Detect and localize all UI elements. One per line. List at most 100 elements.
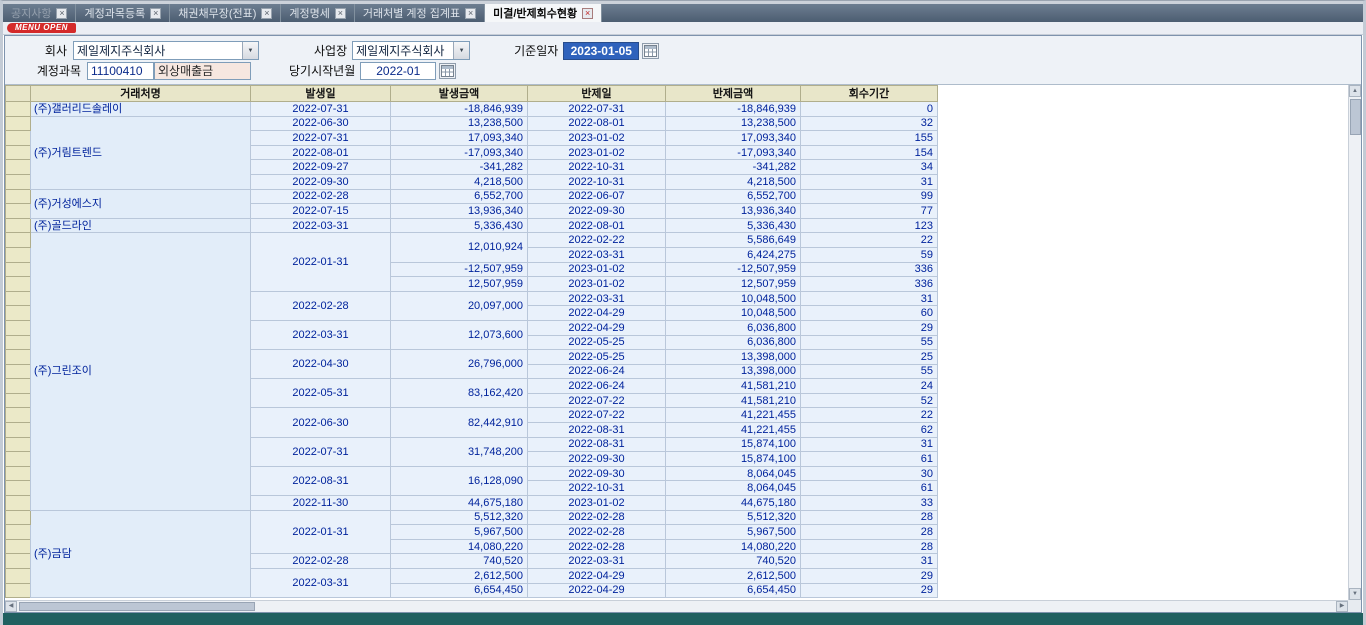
occur-amount-cell[interactable]: 5,512,320 — [391, 510, 528, 525]
settle-date-cell[interactable]: 2022-08-01 — [528, 218, 666, 233]
occur-date-cell[interactable]: 2022-05-31 — [251, 379, 391, 408]
collect-period-cell[interactable]: 59 — [801, 247, 938, 262]
row-selector[interactable] — [6, 408, 31, 423]
collect-period-cell[interactable]: 28 — [801, 510, 938, 525]
row-selector[interactable] — [6, 350, 31, 365]
settle-amount-cell[interactable]: 13,238,500 — [666, 116, 801, 131]
settle-date-cell[interactable]: 2022-08-01 — [528, 116, 666, 131]
row-selector[interactable] — [6, 262, 31, 277]
occur-amount-cell[interactable]: 26,796,000 — [391, 350, 528, 379]
customer-cell[interactable]: (주)거림트렌드 — [31, 116, 251, 189]
settle-date-cell[interactable]: 2022-05-25 — [528, 350, 666, 365]
settle-amount-cell[interactable]: 740,520 — [666, 554, 801, 569]
occur-date-cell[interactable]: 2022-07-31 — [251, 131, 391, 146]
settle-amount-cell[interactable]: 41,221,455 — [666, 408, 801, 423]
vertical-scrollbar[interactable] — [1348, 85, 1361, 600]
scroll-left-icon[interactable] — [5, 601, 17, 612]
tab-customer-account-summary[interactable]: 거래처별 계정 집계표 — [355, 4, 485, 22]
settle-date-cell[interactable]: 2022-09-30 — [528, 452, 666, 467]
occur-amount-cell[interactable]: -341,282 — [391, 160, 528, 175]
occur-date-cell[interactable]: 2022-07-31 — [251, 102, 391, 117]
collect-period-cell[interactable]: 33 — [801, 496, 938, 511]
tab-notice[interactable]: 공지사항 — [3, 4, 76, 22]
settle-amount-cell[interactable]: 41,581,210 — [666, 379, 801, 394]
collect-period-cell[interactable]: 155 — [801, 131, 938, 146]
collect-period-cell[interactable]: 32 — [801, 116, 938, 131]
tab-close-icon[interactable] — [150, 8, 161, 19]
settle-amount-cell[interactable]: 5,512,320 — [666, 510, 801, 525]
collect-period-cell[interactable]: 55 — [801, 335, 938, 350]
row-selector[interactable] — [6, 320, 31, 335]
collect-period-cell[interactable]: 28 — [801, 539, 938, 554]
occur-date-cell[interactable]: 2022-07-31 — [251, 437, 391, 466]
row-selector[interactable] — [6, 335, 31, 350]
row-selector[interactable] — [6, 204, 31, 219]
settle-amount-cell[interactable]: 6,552,700 — [666, 189, 801, 204]
row-selector[interactable] — [6, 306, 31, 321]
row-selector[interactable] — [6, 452, 31, 467]
settle-date-cell[interactable]: 2022-10-31 — [528, 174, 666, 189]
collect-period-cell[interactable]: 29 — [801, 320, 938, 335]
row-selector[interactable] — [6, 539, 31, 554]
settle-amount-cell[interactable]: 6,036,800 — [666, 320, 801, 335]
settle-date-cell[interactable]: 2022-10-31 — [528, 160, 666, 175]
settle-amount-cell[interactable]: 5,586,649 — [666, 233, 801, 248]
grid-corner-cell[interactable] — [6, 86, 31, 102]
collect-period-cell[interactable]: 31 — [801, 437, 938, 452]
settle-amount-cell[interactable]: 6,036,800 — [666, 335, 801, 350]
row-selector[interactable] — [6, 466, 31, 481]
collect-period-cell[interactable]: 34 — [801, 160, 938, 175]
occur-amount-cell[interactable]: -17,093,340 — [391, 145, 528, 160]
base-date-input[interactable]: 2023-01-05 — [563, 42, 639, 60]
tab-close-icon[interactable] — [56, 8, 67, 19]
occur-amount-cell[interactable]: 16,128,090 — [391, 466, 528, 495]
settle-amount-cell[interactable]: 41,221,455 — [666, 423, 801, 438]
tab-close-icon[interactable] — [261, 8, 272, 19]
row-selector[interactable] — [6, 364, 31, 379]
dropdown-arrow-icon[interactable] — [453, 42, 469, 59]
tab-close-icon[interactable] — [582, 8, 593, 19]
collect-period-cell[interactable]: 154 — [801, 145, 938, 160]
row-selector[interactable] — [6, 160, 31, 175]
occur-amount-cell[interactable]: -18,846,939 — [391, 102, 528, 117]
settle-amount-cell[interactable]: 4,218,500 — [666, 174, 801, 189]
tab-account-register[interactable]: 계정과목등록 — [76, 4, 170, 22]
collect-period-cell[interactable]: 77 — [801, 204, 938, 219]
scroll-up-icon[interactable] — [1349, 85, 1361, 97]
settle-date-cell[interactable]: 2022-03-31 — [528, 291, 666, 306]
occur-date-cell[interactable]: 2022-04-30 — [251, 350, 391, 379]
row-selector[interactable] — [6, 145, 31, 160]
settle-amount-cell[interactable]: 8,064,045 — [666, 481, 801, 496]
row-selector[interactable] — [6, 291, 31, 306]
row-selector[interactable] — [6, 116, 31, 131]
settle-date-cell[interactable]: 2023-01-02 — [528, 277, 666, 292]
row-selector[interactable] — [6, 525, 31, 540]
row-selector[interactable] — [6, 510, 31, 525]
occur-amount-cell[interactable]: 12,507,959 — [391, 277, 528, 292]
tab-close-icon[interactable] — [335, 8, 346, 19]
settle-amount-cell[interactable]: 13,398,000 — [666, 364, 801, 379]
settle-amount-cell[interactable]: 8,064,045 — [666, 466, 801, 481]
settle-amount-cell[interactable]: 10,048,500 — [666, 306, 801, 321]
settle-date-cell[interactable]: 2022-07-22 — [528, 408, 666, 423]
collect-period-cell[interactable]: 61 — [801, 481, 938, 496]
occur-amount-cell[interactable]: 740,520 — [391, 554, 528, 569]
col-header-collect-period[interactable]: 회수기간 — [801, 86, 938, 102]
occur-date-cell[interactable]: 2022-02-28 — [251, 189, 391, 204]
settle-amount-cell[interactable]: 14,080,220 — [666, 539, 801, 554]
occur-amount-cell[interactable]: 12,073,600 — [391, 320, 528, 349]
company-select[interactable]: 제일제지주식회사 — [73, 41, 259, 60]
row-selector[interactable] — [6, 423, 31, 438]
collect-period-cell[interactable]: 31 — [801, 174, 938, 189]
occur-date-cell[interactable]: 2022-06-30 — [251, 408, 391, 437]
occur-amount-cell[interactable]: 6,552,700 — [391, 189, 528, 204]
occur-amount-cell[interactable]: 20,097,000 — [391, 291, 528, 320]
settle-amount-cell[interactable]: 44,675,180 — [666, 496, 801, 511]
tab-close-icon[interactable] — [465, 8, 476, 19]
horizontal-scrollbar[interactable] — [5, 600, 1348, 612]
collect-period-cell[interactable]: 29 — [801, 583, 938, 598]
settle-amount-cell[interactable]: 15,874,100 — [666, 452, 801, 467]
row-selector[interactable] — [6, 174, 31, 189]
settle-date-cell[interactable]: 2022-07-22 — [528, 393, 666, 408]
customer-cell[interactable]: (주)거성에스지 — [31, 189, 251, 218]
